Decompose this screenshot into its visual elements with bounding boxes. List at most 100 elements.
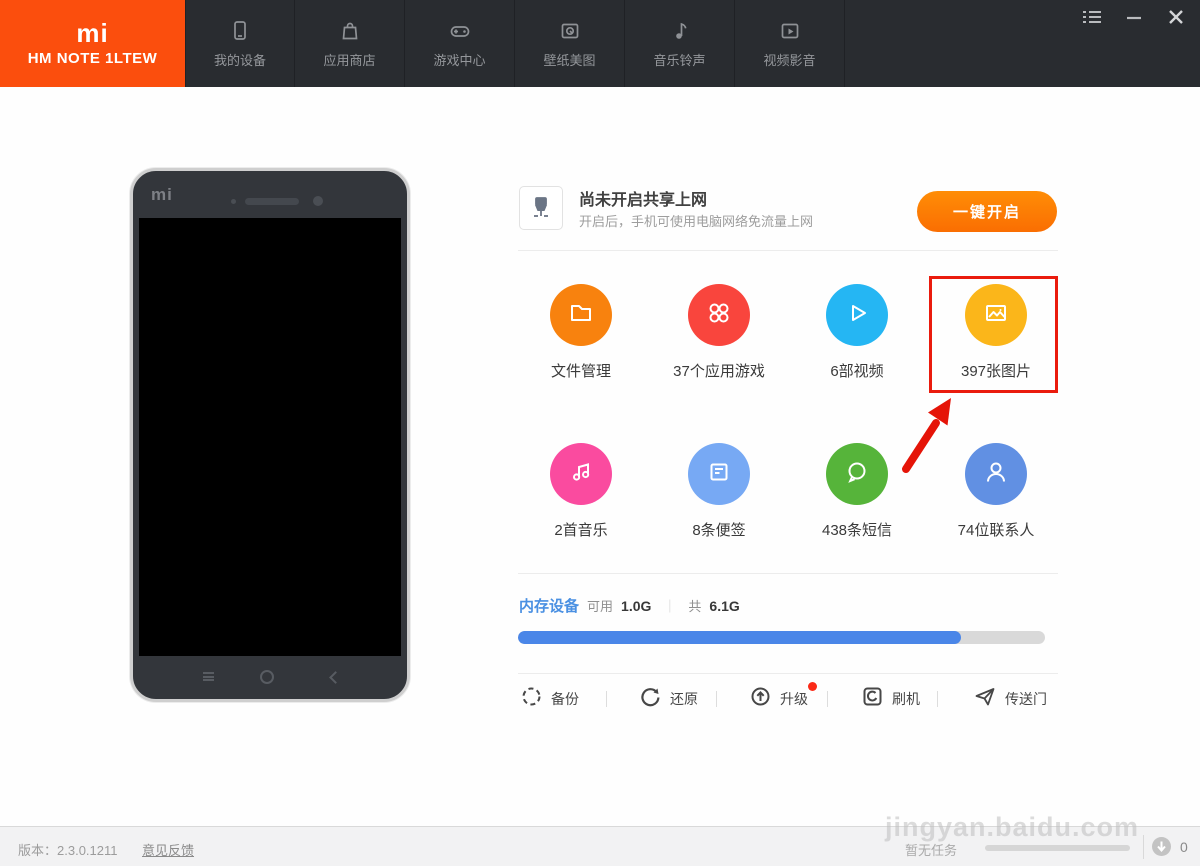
status-bar: 版本：2.3.0.1211 意见反馈 暂无任务 0 bbox=[0, 826, 1200, 866]
divider bbox=[716, 691, 717, 707]
nav-item-video-media[interactable]: 视频影音 bbox=[735, 0, 845, 87]
task-status: 暂无任务 bbox=[905, 840, 957, 859]
grid-item-label: 文件管理 bbox=[512, 360, 650, 381]
grid-item-label: 37个应用游戏 bbox=[650, 360, 788, 381]
grid-item-file-manager[interactable]: 文件管理 bbox=[512, 284, 650, 381]
nav-item-my-device[interactable]: 我的设备 bbox=[185, 0, 295, 87]
note-icon bbox=[703, 456, 735, 493]
my-device-icon bbox=[228, 19, 252, 43]
title-bar: mi HM NOTE 1LTEW 我的设备 应用商店 游戏中心 壁纸美图 bbox=[0, 0, 1200, 87]
one-key-enable-button[interactable]: 一键开启 bbox=[917, 191, 1057, 232]
portal-icon bbox=[974, 686, 996, 712]
grid-item-label: 6部视频 bbox=[788, 360, 926, 381]
grid-item-label: 397张图片 bbox=[927, 360, 1065, 381]
grid-item-music[interactable]: 2首音乐 bbox=[512, 443, 650, 540]
play-icon bbox=[841, 297, 873, 334]
grid-item-notes[interactable]: 8条便签 bbox=[650, 443, 788, 540]
storage-device-label: 内存设备 bbox=[519, 595, 579, 616]
main-content: mi 尚未开启共享上网 开启后，手机可使用电脑网络免流量上网 一键开启 文件管理… bbox=[0, 87, 1200, 826]
phone-camera bbox=[313, 196, 323, 206]
nav-item-label: 音乐铃声 bbox=[653, 50, 705, 69]
chat-icon bbox=[841, 456, 873, 493]
portal-button[interactable]: 传送门 bbox=[974, 686, 1047, 712]
divider bbox=[518, 250, 1058, 251]
divider bbox=[827, 691, 828, 707]
divider bbox=[606, 691, 607, 707]
window-menu-icon[interactable] bbox=[1082, 8, 1102, 26]
person-icon bbox=[980, 456, 1012, 493]
nav-item-wallpaper[interactable]: 壁纸美图 bbox=[515, 0, 625, 87]
nav-item-music-ringtone[interactable]: 音乐铃声 bbox=[625, 0, 735, 87]
grid-item-videos[interactable]: 6部视频 bbox=[788, 284, 926, 381]
feedback-link[interactable]: 意见反馈 bbox=[142, 840, 194, 859]
close-icon[interactable] bbox=[1166, 8, 1186, 26]
nav-item-game-center[interactable]: 游戏中心 bbox=[405, 0, 515, 87]
notification-dot bbox=[808, 682, 817, 691]
video-media-icon bbox=[778, 19, 802, 43]
storage-info: 内存设备 可用 1.0G ｜ 共 6.1G bbox=[519, 595, 740, 616]
divider bbox=[518, 573, 1058, 574]
music-icon bbox=[565, 456, 597, 493]
divider bbox=[518, 673, 1058, 674]
grid-item-label: 438条短信 bbox=[788, 519, 926, 540]
share-subtitle: 开启后，手机可使用电脑网络免流量上网 bbox=[579, 211, 813, 230]
phone-speaker bbox=[245, 198, 299, 205]
phone-sensor-dot bbox=[231, 199, 236, 204]
mi-logo: mi bbox=[76, 20, 108, 46]
usb-share-icon bbox=[519, 186, 563, 230]
toolbar-label: 刷机 bbox=[892, 689, 920, 709]
download-count: 0 bbox=[1180, 839, 1188, 855]
nav-item-app-store[interactable]: 应用商店 bbox=[295, 0, 405, 87]
upgrade-button[interactable]: 升级 bbox=[750, 686, 808, 712]
toolbar-label: 升级 bbox=[780, 689, 808, 709]
image-icon bbox=[980, 297, 1012, 334]
divider bbox=[1143, 835, 1144, 859]
nav-item-label: 应用商店 bbox=[323, 50, 375, 69]
phone-home-button-icon bbox=[260, 670, 274, 684]
nav-item-label: 视频影音 bbox=[763, 50, 815, 69]
folder-icon bbox=[565, 297, 597, 334]
storage-separator: ｜ bbox=[659, 596, 680, 615]
grid-item-sms[interactable]: 438条短信 bbox=[788, 443, 926, 540]
phone-preview: mi bbox=[130, 168, 410, 702]
phone-menu-button-icon bbox=[203, 672, 214, 681]
storage-total-label: 共 bbox=[688, 596, 701, 615]
toolbar-label: 备份 bbox=[551, 689, 579, 709]
main-nav: 我的设备 应用商店 游戏中心 壁纸美图 音乐铃声 bbox=[185, 0, 845, 87]
share-title: 尚未开启共享上网 bbox=[579, 186, 707, 210]
grid-item-label: 8条便签 bbox=[650, 519, 788, 540]
nav-item-label: 游戏中心 bbox=[433, 50, 485, 69]
grid-item-apps-games[interactable]: 37个应用游戏 bbox=[650, 284, 788, 381]
music-ringtone-icon bbox=[668, 19, 692, 43]
phone-mi-logo: mi bbox=[151, 185, 173, 205]
device-name: HM NOTE 1LTEW bbox=[28, 50, 158, 67]
game-center-icon bbox=[448, 19, 472, 43]
divider bbox=[937, 691, 938, 707]
toolbar-label: 还原 bbox=[670, 689, 698, 709]
nav-item-label: 我的设备 bbox=[214, 50, 266, 69]
version-text: 版本：2.3.0.1211 bbox=[18, 840, 118, 859]
storage-available-label: 可用 bbox=[587, 596, 613, 615]
flash-rom-button[interactable]: 刷机 bbox=[862, 686, 920, 712]
grid-item-pictures[interactable]: 397张图片 bbox=[927, 284, 1065, 381]
flash-icon bbox=[862, 686, 883, 712]
toolbar-label: 传送门 bbox=[1005, 689, 1047, 709]
download-icon[interactable] bbox=[1152, 837, 1171, 856]
nav-item-label: 壁纸美图 bbox=[543, 50, 595, 69]
grid-item-label: 74位联系人 bbox=[927, 519, 1065, 540]
restore-icon bbox=[640, 686, 661, 712]
window-controls bbox=[1082, 8, 1186, 26]
storage-available-value: 1.0G bbox=[621, 598, 651, 614]
restore-button[interactable]: 还原 bbox=[640, 686, 698, 712]
upgrade-icon bbox=[750, 686, 771, 712]
phone-screen bbox=[139, 218, 401, 656]
task-progress-bar bbox=[985, 845, 1130, 851]
minimize-icon[interactable] bbox=[1124, 8, 1144, 26]
backup-icon bbox=[521, 686, 542, 712]
device-block: mi HM NOTE 1LTEW bbox=[0, 0, 185, 87]
wallpaper-icon bbox=[558, 19, 582, 43]
grid-item-contacts[interactable]: 74位联系人 bbox=[927, 443, 1065, 540]
backup-button[interactable]: 备份 bbox=[521, 686, 579, 712]
storage-progress-bar bbox=[518, 631, 1045, 644]
grid-item-label: 2首音乐 bbox=[512, 519, 650, 540]
